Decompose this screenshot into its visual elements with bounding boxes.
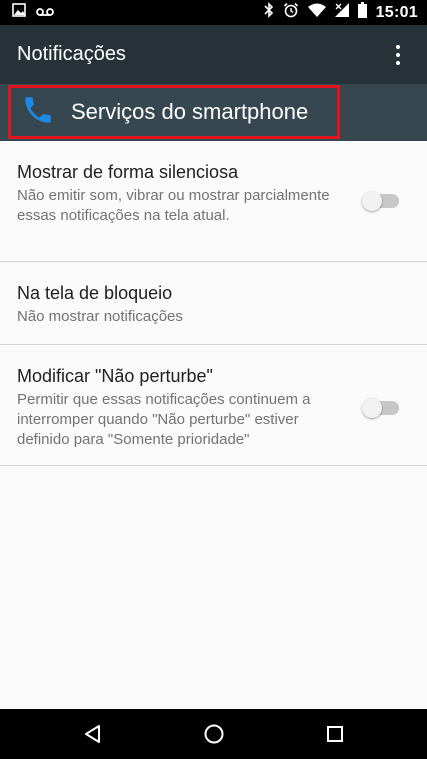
bluetooth-icon xyxy=(264,2,274,23)
setting-title: Na tela de bloqueio xyxy=(17,283,173,303)
status-time: 15:01 xyxy=(375,3,418,21)
home-icon[interactable] xyxy=(190,710,238,758)
image-icon xyxy=(12,3,26,22)
alarm-icon xyxy=(283,2,299,23)
status-left xyxy=(12,3,54,22)
setting-title: Modificar "Não perturbe" xyxy=(17,366,213,386)
more-vert-icon[interactable] xyxy=(386,40,410,70)
app-header: Serviços do smartphone xyxy=(0,84,427,141)
voicemail-icon xyxy=(36,4,54,22)
setting-summary: Permitir que essas notificações continue… xyxy=(17,391,311,448)
nav-bar xyxy=(0,709,427,759)
setting-silent[interactable]: Mostrar de forma silenciosa Não emitir s… xyxy=(0,141,427,262)
setting-title: Mostrar de forma silenciosa xyxy=(17,162,239,182)
setting-lock-screen[interactable]: Na tela de bloqueio Não mostrar notifica… xyxy=(0,262,427,345)
battery-icon xyxy=(357,2,367,23)
silent-toggle[interactable] xyxy=(362,191,399,211)
status-right: 15:01 xyxy=(264,2,418,23)
settings-list: Mostrar de forma silenciosa Não emitir s… xyxy=(0,141,427,708)
highlight-box: Serviços do smartphone xyxy=(8,85,340,139)
app-bar: Notificações xyxy=(0,25,427,84)
setting-summary: Não emitir som, vibrar ou mostrar parcia… xyxy=(17,187,330,224)
page-title: Notificações xyxy=(17,43,126,65)
signal-icon xyxy=(334,3,349,22)
dnd-toggle[interactable] xyxy=(362,398,399,418)
app-name: Serviços do smartphone xyxy=(71,99,309,124)
recents-icon[interactable] xyxy=(311,710,359,758)
setting-summary: Não mostrar notificações xyxy=(17,308,183,325)
phone-icon xyxy=(21,93,55,132)
status-bar: 15:01 xyxy=(0,0,427,25)
setting-do-not-disturb[interactable]: Modificar "Não perturbe" Permitir que es… xyxy=(0,345,427,466)
wifi-icon xyxy=(307,3,326,22)
back-icon[interactable] xyxy=(69,710,117,758)
